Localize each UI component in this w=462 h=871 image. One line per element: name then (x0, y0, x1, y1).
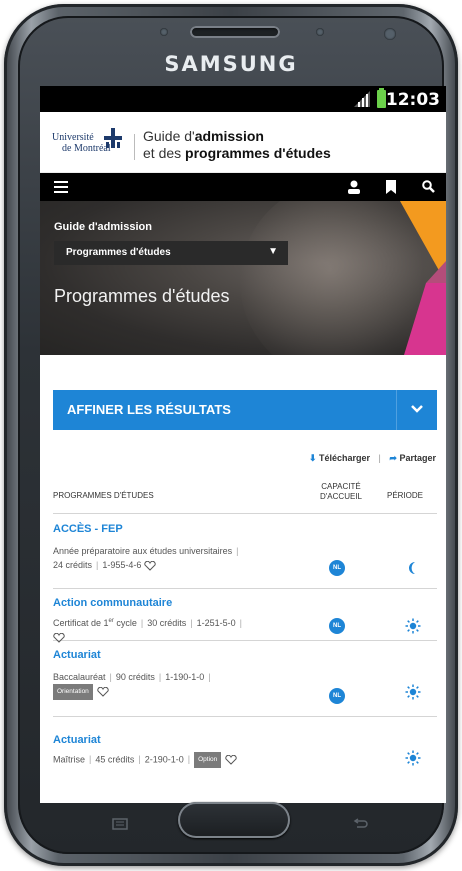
sun-icon (405, 684, 421, 700)
col-capacity-line2: D'ACCUEIL (320, 492, 362, 501)
capacity-badge: NL (329, 688, 345, 704)
program-title[interactable]: ACCÈS - FEP (53, 523, 123, 535)
menu-key-icon[interactable] (112, 818, 128, 830)
status-bar: 12:03 (40, 86, 446, 112)
program-credits: 90 crédits (115, 672, 155, 682)
chevron-down-icon: ▼ (268, 246, 278, 257)
hero-banner: Guide d'admission Programmes d'études ▼ … (40, 201, 446, 355)
earpiece-speaker (190, 26, 280, 38)
col-period: PÉRIODE (387, 491, 424, 500)
refine-results-label: AFFINER LES RÉSULTATS (67, 402, 231, 417)
program-title[interactable]: Actuariat (53, 649, 101, 661)
bookmark-icon[interactable] (386, 180, 396, 194)
program-code: 1-251-5-0 (196, 618, 236, 628)
hero-decor-shapes (400, 201, 446, 355)
hero-section-label[interactable]: Guide d'admission (54, 221, 152, 233)
sensor-icon (160, 28, 168, 36)
table-row[interactable]: Actuariat Baccalauréat | 90 crédits | 1-190-… (53, 640, 437, 717)
program-type: Année préparatoire aux études universita… (53, 546, 233, 556)
program-select[interactable]: Programmes d'études ▼ (54, 241, 288, 265)
header-divider (134, 134, 135, 160)
col-capacity: CAPACITÉ D'ACCUEIL (311, 482, 371, 502)
menu-icon[interactable] (54, 181, 68, 193)
refine-results-bar[interactable]: AFFINER LES RÉSULTATS (53, 390, 437, 430)
share-icon: ➦ (389, 453, 397, 463)
site-title[interactable]: Guide d'admission et des programmes d'ét… (143, 128, 331, 162)
site-title-bold: admission (194, 128, 264, 144)
device-brand: SAMSUNG (164, 52, 298, 76)
program-credits: 45 crédits (95, 754, 135, 765)
sensor-icon (316, 28, 324, 36)
refine-toggle-button[interactable] (396, 390, 437, 430)
program-desc: Année préparatoire aux études universita… (53, 546, 239, 571)
program-code: 2-190-1-0 (144, 754, 184, 765)
udem-crest-icon (104, 128, 122, 148)
home-button[interactable] (178, 802, 290, 838)
heart-icon[interactable] (97, 687, 109, 697)
option-tag: Option (194, 752, 222, 768)
page-title: Programmes d'études (54, 286, 230, 306)
link-separator: | (378, 453, 381, 463)
site-title-bold-2: programmes d'études (185, 145, 331, 161)
site-header: Université de Montréal Guide d'admission… (40, 112, 446, 173)
back-key-icon[interactable] (352, 818, 368, 830)
screen: 12:03 Université de Montréal Guide d'adm… (40, 86, 446, 803)
program-desc: Maîtrise | 45 crédits | 2-190-1-0 | Option (53, 752, 323, 768)
capacity-badge: NL (329, 560, 345, 576)
share-link[interactable]: Partager (399, 453, 436, 463)
col-programs: PROGRAMMES D'ÉTUDES (53, 491, 154, 500)
site-title-prefix: Guide d' (143, 128, 195, 144)
action-links: ⬇ Télécharger | ➦ Partager (309, 453, 436, 464)
table-header: PROGRAMMES D'ÉTUDES CAPACITÉ D'ACCUEIL P… (53, 475, 437, 514)
orientation-tag: Orientation (53, 684, 93, 700)
program-select-value: Programmes d'études (66, 247, 171, 258)
program-title[interactable]: Actuariat (53, 734, 101, 746)
battery-icon (377, 88, 386, 108)
sun-icon (405, 618, 421, 634)
program-title[interactable]: Action communautaire (53, 597, 172, 609)
col-capacity-line1: CAPACITÉ (321, 482, 361, 491)
sun-icon (405, 750, 421, 766)
heart-icon[interactable] (144, 560, 156, 571)
program-credits: 24 crédits (53, 560, 93, 570)
program-code: 1-190-1-0 (165, 672, 205, 682)
download-icon: ⬇ (308, 453, 317, 463)
chevron-down-icon (411, 405, 423, 413)
status-time: 12:03 (385, 90, 440, 110)
program-desc: Baccalauréat | 90 crédits | 1-190-1-0 | Orien… (53, 670, 303, 700)
program-code: 1-955-4-6 (102, 560, 142, 570)
capacity-badge: NL (329, 618, 345, 634)
heart-icon[interactable] (225, 755, 237, 765)
user-icon[interactable] (348, 180, 360, 194)
program-type: Certificat de 1 (53, 618, 109, 628)
table-row[interactable]: ACCÈS - FEP Année préparatoire aux étude… (53, 514, 437, 589)
download-link[interactable]: Télécharger (319, 453, 370, 463)
program-type: Maîtrise (53, 754, 86, 765)
search-icon[interactable] (422, 180, 435, 193)
signal-icon (354, 91, 370, 107)
site-title-prefix-2: et des (143, 145, 186, 161)
table-row[interactable]: Actuariat Maîtrise | 45 crédits | 2-190-1-0 |… (53, 716, 437, 776)
program-type-suffix: cycle (113, 618, 137, 628)
table-row[interactable]: Action communautaire Certificat de 1er c… (53, 588, 437, 643)
program-credits: 30 crédits (147, 618, 187, 628)
nav-bar (40, 173, 446, 201)
moon-icon (409, 562, 415, 574)
front-camera-icon (384, 28, 396, 40)
program-type: Baccalauréat (53, 672, 106, 682)
udem-logo[interactable]: Université de Montréal (52, 128, 130, 162)
logo-line1: Université (52, 132, 94, 143)
